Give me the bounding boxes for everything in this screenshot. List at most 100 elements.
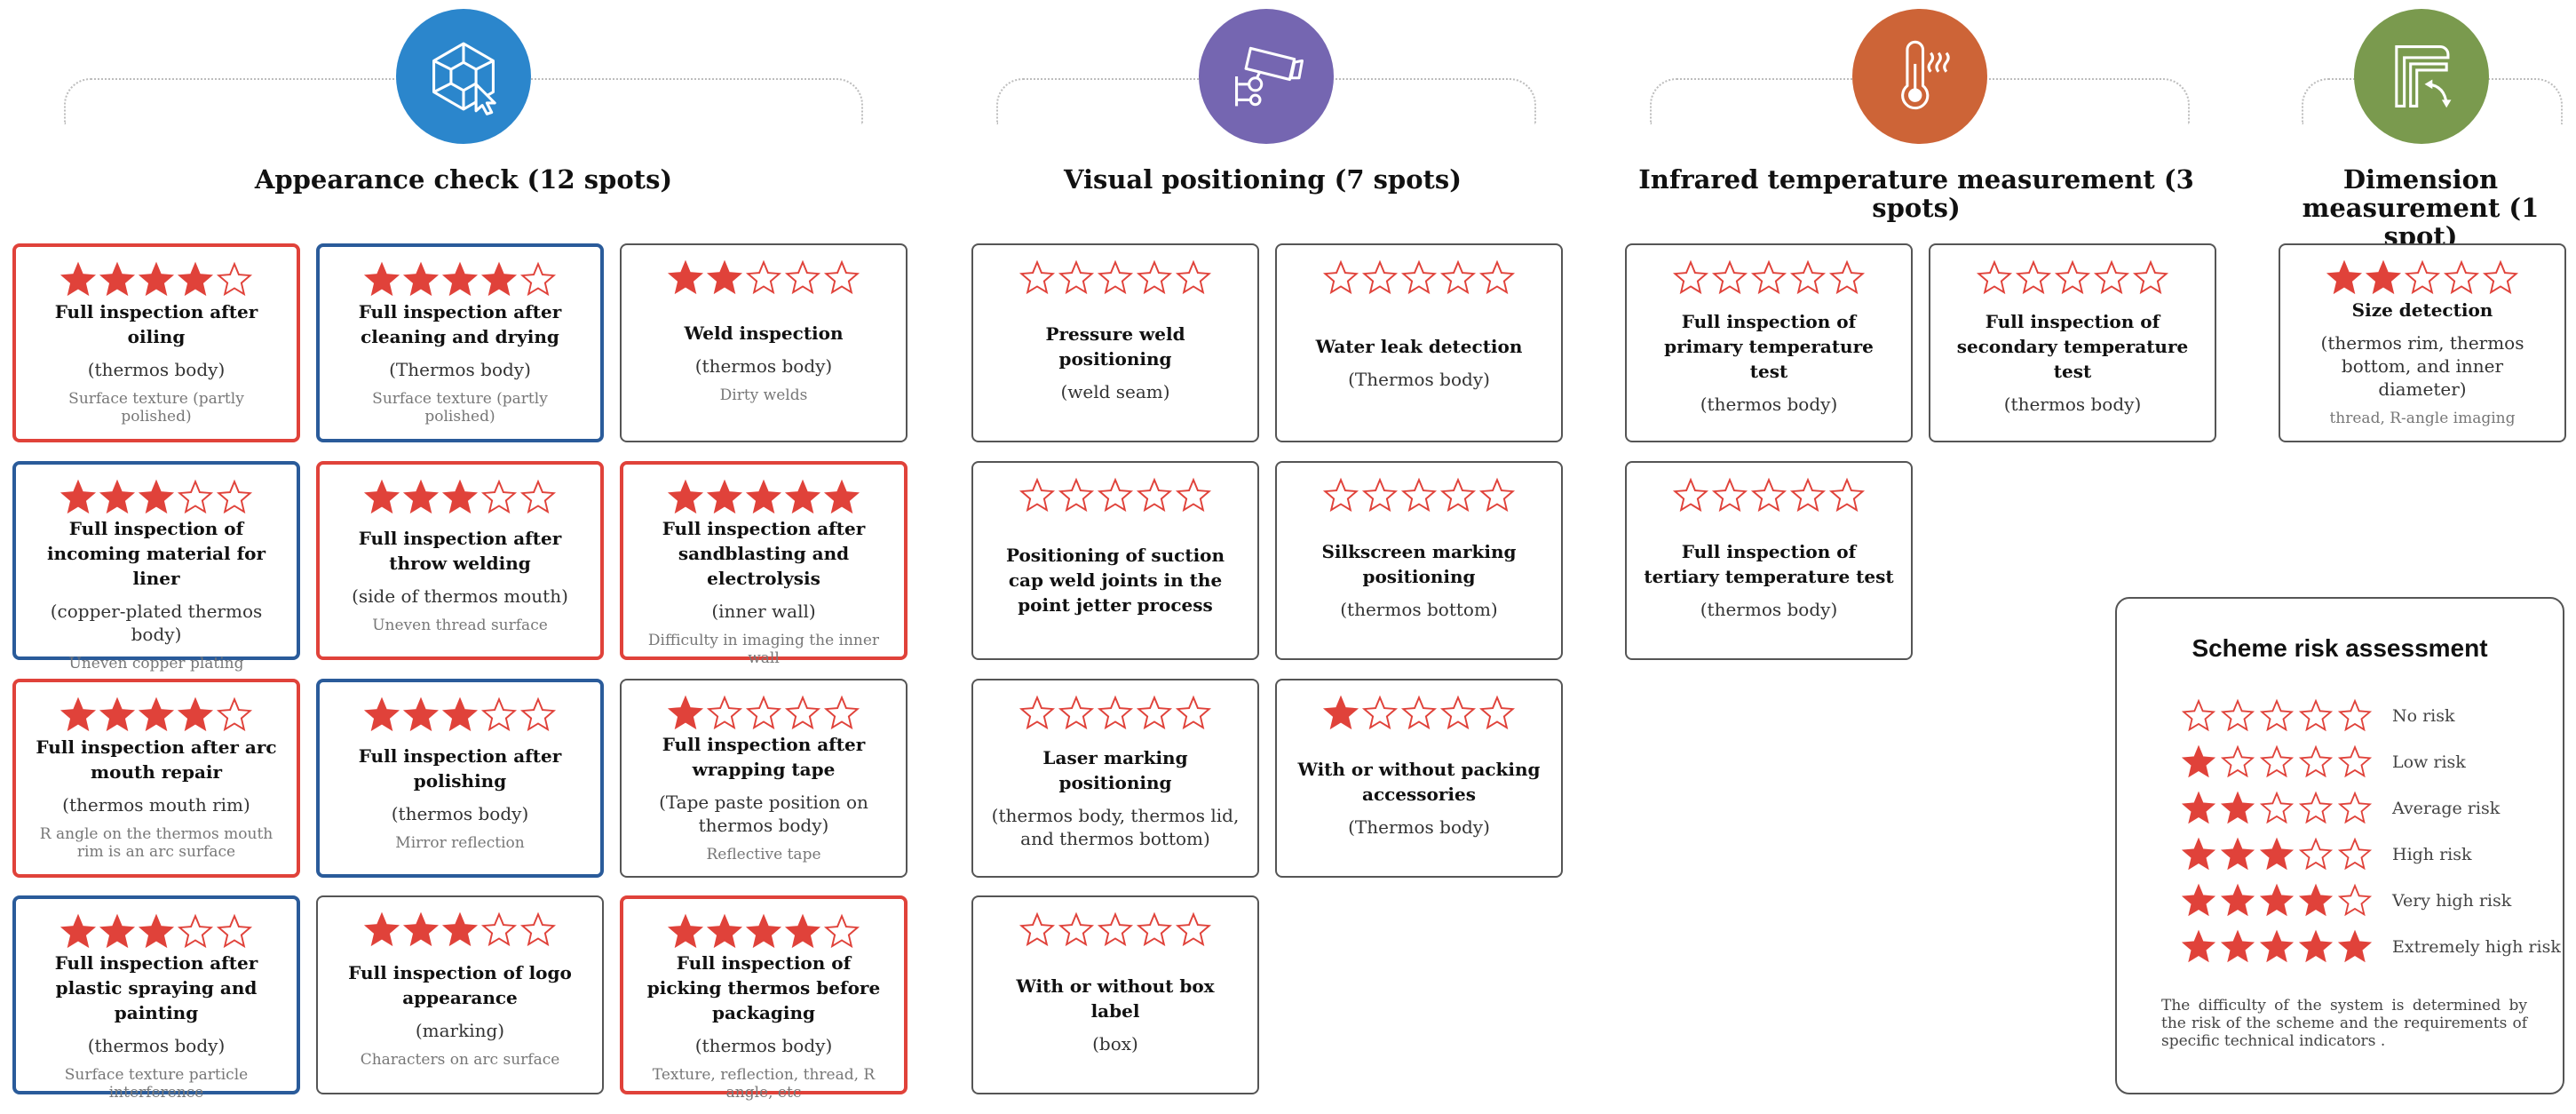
inspection-card: With or without packing accessories (Ther… — [1275, 679, 1563, 878]
card-note: Surface texture (partly polished) — [68, 390, 244, 426]
star-filled-icon — [177, 696, 214, 732]
star-empty-icon — [1058, 477, 1095, 513]
star-empty-icon — [1361, 695, 1399, 730]
star-empty-icon — [784, 259, 821, 295]
inspection-card: Water leak detection (Thermos body) — [1275, 243, 1563, 442]
card-title: Full inspection after throw welding — [358, 528, 562, 574]
rating-stars — [362, 479, 558, 516]
temperature-icon-circle — [1852, 9, 1987, 144]
card-title: Silkscreen marking positioning — [1321, 541, 1517, 587]
star-empty-icon — [1019, 259, 1056, 295]
inspection-card: Full inspection of logo appearance (marki… — [316, 895, 604, 1094]
star-filled-icon — [363, 911, 400, 947]
section-title-positioning: Visual positioning (7 spots) — [1064, 164, 1462, 195]
rating-stars — [1321, 695, 1517, 732]
star-filled-icon — [2220, 929, 2255, 963]
star-empty-icon — [2337, 883, 2373, 917]
card-subject: (box) — [1092, 1033, 1138, 1054]
card-title: Full inspection of tertiary temperature … — [1644, 541, 1894, 587]
card-subject: (thermos body) — [87, 1035, 226, 1056]
legend-row: Extremely high risk — [2179, 929, 2561, 965]
rating-stars — [666, 479, 861, 516]
card-note: Characters on arc surface — [360, 1051, 560, 1069]
star-empty-icon — [1322, 259, 1359, 295]
rating-stars — [2179, 744, 2374, 780]
inspection-card: Full inspection of primary temperature t… — [1625, 243, 1913, 442]
rating-stars — [362, 911, 558, 949]
star-empty-icon — [1175, 695, 1212, 730]
card-subject: (Thermos body) — [389, 359, 531, 380]
rating-stars — [362, 696, 558, 734]
card-title: Full inspection after cleaning and dryin… — [358, 301, 562, 347]
star-empty-icon — [1750, 477, 1787, 513]
star-empty-icon — [1828, 259, 1866, 295]
card-subject: (thermos mouth rim) — [62, 794, 250, 816]
inspection-card: Full inspection of tertiary temperature … — [1625, 461, 1913, 660]
card-title: Full inspection of incoming material for… — [46, 518, 266, 589]
star-empty-icon — [216, 913, 253, 949]
card-subject: (thermos bottom) — [1340, 599, 1498, 620]
rating-stars — [2179, 929, 2374, 965]
star-empty-icon — [1439, 695, 1477, 730]
star-empty-icon — [1175, 259, 1212, 295]
section-title-appearance: Appearance check (12 spots) — [254, 164, 673, 195]
star-filled-icon — [363, 479, 400, 514]
card-note: Difficulty in imaging the inner wall — [647, 632, 880, 667]
star-filled-icon — [2220, 837, 2255, 871]
star-filled-icon — [667, 913, 704, 949]
star-empty-icon — [706, 695, 743, 730]
star-empty-icon — [1400, 695, 1438, 730]
rating-stars — [1018, 259, 1213, 297]
inspection-card: Laser marking positioning (thermos body, … — [971, 679, 1259, 878]
inspection-card: Full inspection after arc mouth repair (t… — [12, 679, 300, 878]
star-empty-icon — [1136, 259, 1173, 295]
star-filled-icon — [2337, 929, 2373, 963]
card-subject: (thermos rim, thermos bottom, and inner … — [2320, 332, 2524, 400]
card-subject: (Tape paste position on thermos body) — [659, 792, 868, 836]
card-subject: (Thermos body) — [1348, 369, 1490, 390]
card-title: Full inspection of secondary temperature… — [1956, 311, 2189, 382]
star-filled-icon — [2220, 883, 2255, 917]
legend-label: Average risk — [2392, 799, 2501, 818]
star-empty-icon — [1400, 259, 1438, 295]
star-empty-icon — [1019, 477, 1056, 513]
card-note: Surface texture particle interference — [64, 1066, 249, 1102]
card-title: Full inspection after oiling — [54, 301, 258, 347]
star-empty-icon — [2337, 744, 2373, 778]
star-empty-icon — [1789, 259, 1827, 295]
star-empty-icon — [2298, 791, 2334, 824]
card-subject: (thermos body) — [694, 355, 833, 377]
card-note: Reflective tape — [706, 846, 821, 863]
card-title: Full inspection after polishing — [358, 745, 562, 792]
star-filled-icon — [706, 259, 743, 295]
section-title-dimension: Dimension measurement (1 spot) — [2302, 164, 2540, 251]
card-subject: (side of thermos mouth) — [352, 585, 568, 607]
star-empty-icon — [1400, 477, 1438, 513]
star-filled-icon — [138, 261, 175, 297]
card-subject: (thermos body) — [391, 803, 529, 824]
star-empty-icon — [519, 479, 557, 514]
star-filled-icon — [138, 696, 175, 732]
card-title: Full inspection after wrapping tape — [662, 734, 866, 780]
star-filled-icon — [59, 479, 97, 514]
card-subject: (thermos body) — [1700, 394, 1838, 415]
rating-stars — [2179, 883, 2374, 919]
star-filled-icon — [363, 261, 400, 297]
card-subject: (thermos body) — [87, 359, 226, 380]
star-filled-icon — [138, 913, 175, 949]
star-empty-icon — [216, 479, 253, 514]
star-empty-icon — [1058, 695, 1095, 730]
star-filled-icon — [441, 261, 479, 297]
star-filled-icon — [441, 911, 479, 947]
inspection-card: Full inspection after wrapping tape (Tape… — [620, 679, 908, 878]
legend-label: High risk — [2392, 845, 2472, 864]
star-empty-icon — [1136, 695, 1173, 730]
risk-legend-panel: Scheme risk assessment No risk Low risk Av… — [2115, 597, 2564, 1094]
rating-stars — [1018, 477, 1213, 514]
star-filled-icon — [2181, 883, 2216, 917]
star-filled-icon — [823, 479, 860, 514]
star-filled-icon — [441, 696, 479, 732]
star-filled-icon — [99, 913, 136, 949]
star-empty-icon — [1322, 477, 1359, 513]
camera-icon — [1235, 46, 1304, 107]
